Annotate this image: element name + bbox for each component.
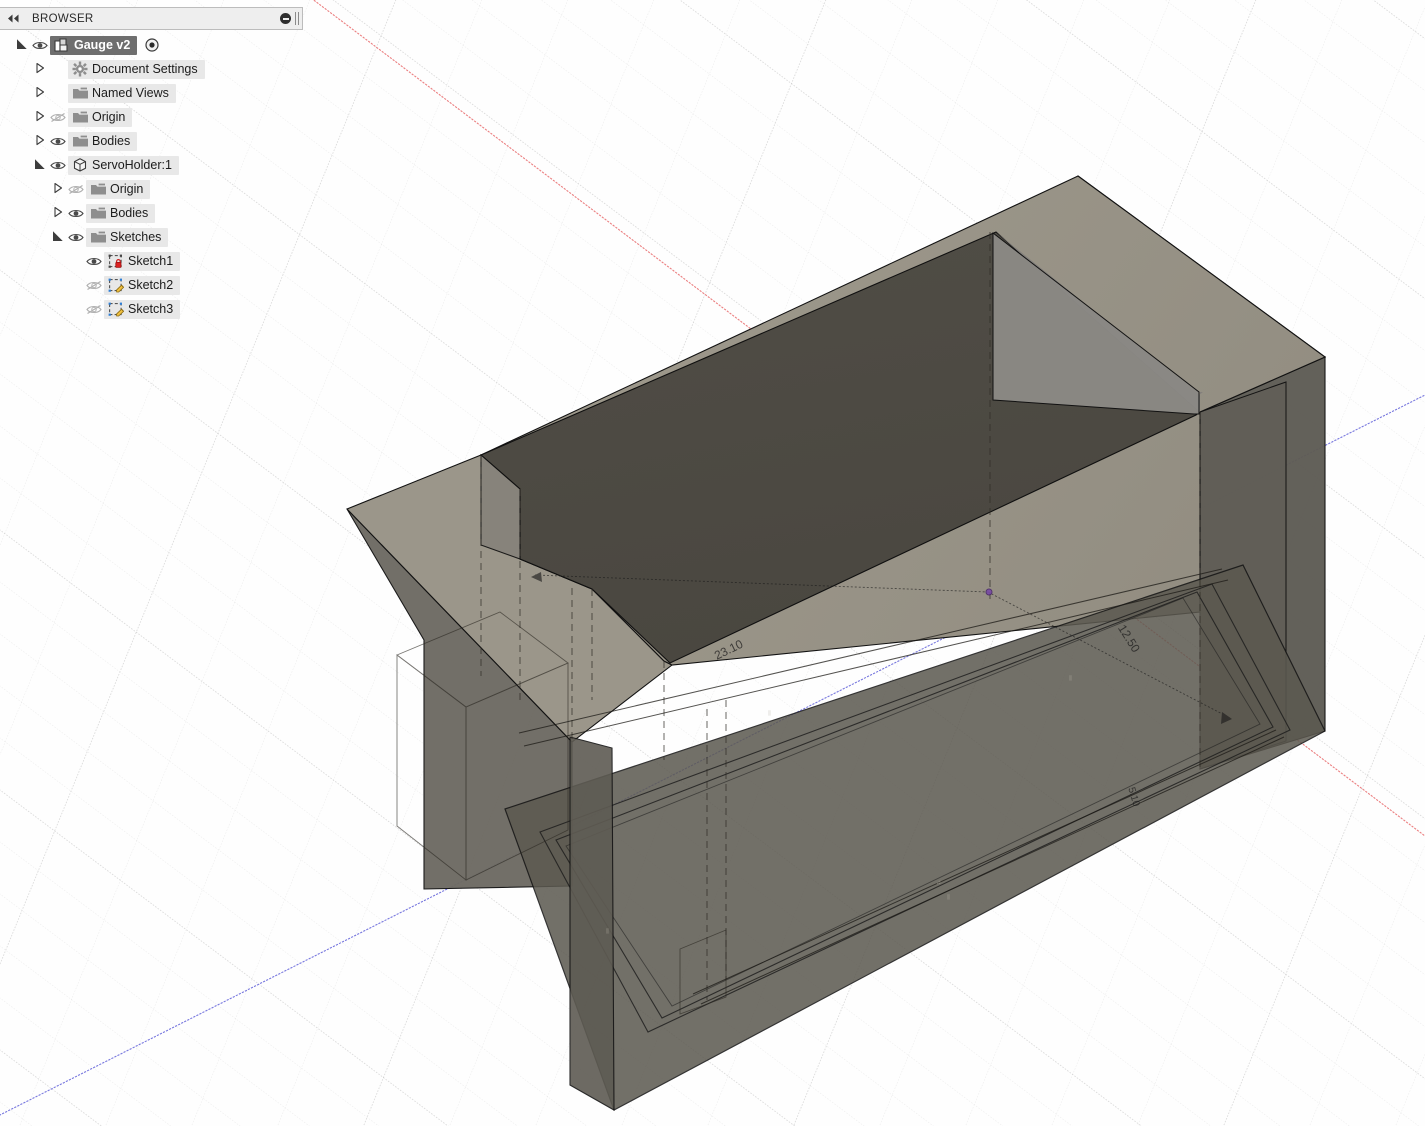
tree-label-origin-root: Origin bbox=[92, 110, 126, 125]
fusion-application-window: 23.10 12.50 5.10 ⫼ ⫼ ⊿ ⫼ ⫼ BROWSER Gauge… bbox=[0, 0, 1425, 1126]
eye-hidden-icon[interactable] bbox=[66, 184, 86, 195]
folder-icon bbox=[88, 205, 108, 222]
eye-hidden-icon[interactable] bbox=[84, 280, 104, 291]
tree-label-gauge-v2: Gauge v2 bbox=[74, 38, 131, 53]
tree-node-origin-sub[interactable]: Origin bbox=[86, 179, 151, 199]
tree-label-servoholder-1: ServoHolder:1 bbox=[92, 158, 172, 173]
tree-row-sketch1[interactable]: Sketch1 bbox=[0, 249, 303, 273]
tree-row-document-settings[interactable]: Document Settings bbox=[0, 57, 303, 81]
chevron-right-icon[interactable] bbox=[34, 134, 48, 148]
chevron-down-icon[interactable] bbox=[16, 38, 30, 52]
browser-panel[interactable]: BROWSER Gauge v2 Document Settings Named V… bbox=[0, 7, 303, 321]
eye-visible-icon[interactable] bbox=[30, 40, 50, 51]
chevron-down-icon[interactable] bbox=[52, 230, 66, 244]
twisty-placeholder bbox=[70, 254, 84, 268]
tree-label-sketch1: Sketch1 bbox=[128, 254, 174, 269]
eye-visible-icon[interactable] bbox=[66, 232, 86, 243]
chevron-right-icon[interactable] bbox=[52, 182, 66, 196]
tree-node-bodies-root[interactable]: Bodies bbox=[68, 131, 138, 151]
tree-label-bodies-sub: Bodies bbox=[110, 206, 149, 221]
tree-row-sketch2[interactable]: Sketch2 bbox=[0, 273, 303, 297]
sketch-edit-icon bbox=[106, 277, 126, 294]
chevron-right-icon[interactable] bbox=[34, 62, 48, 76]
activate-target-icon[interactable] bbox=[144, 38, 159, 53]
tree-node-sketch1[interactable]: Sketch1 bbox=[104, 251, 181, 271]
gear-icon bbox=[70, 61, 90, 78]
chevron-right-icon[interactable] bbox=[34, 110, 48, 124]
assembly-icon bbox=[52, 37, 72, 54]
tree-row-bodies-sub[interactable]: Bodies bbox=[0, 201, 303, 225]
tree-label-origin-sub: Origin bbox=[110, 182, 144, 197]
eye-visible-icon[interactable] bbox=[66, 208, 86, 219]
eye-visible-icon[interactable] bbox=[84, 256, 104, 267]
chevron-down-icon[interactable] bbox=[34, 158, 48, 172]
eye-visible-icon[interactable] bbox=[48, 160, 68, 171]
tree-node-sketch3[interactable]: Sketch3 bbox=[104, 299, 181, 319]
tree-node-named-views[interactable]: Named Views bbox=[68, 83, 176, 103]
face-leg-left bbox=[569, 736, 615, 1111]
tree-row-origin-root[interactable]: Origin bbox=[0, 105, 303, 129]
model-solid bbox=[346, 175, 1327, 1111]
tree-label-bodies-root: Bodies bbox=[92, 134, 131, 149]
tree-label-named-views: Named Views bbox=[92, 86, 169, 101]
browser-title: BROWSER bbox=[32, 12, 94, 25]
collapse-panel-icon[interactable] bbox=[6, 13, 20, 25]
tree-label-sketch3: Sketch3 bbox=[128, 302, 174, 317]
tree-label-document-settings: Document Settings bbox=[92, 62, 198, 77]
folder-icon bbox=[70, 133, 90, 150]
eye-visible-icon[interactable] bbox=[48, 136, 68, 147]
folder-icon bbox=[70, 85, 90, 102]
chevron-right-icon[interactable] bbox=[52, 206, 66, 220]
tree-node-sketches-sub[interactable]: Sketches bbox=[86, 227, 169, 247]
browser-header: BROWSER bbox=[0, 7, 303, 30]
browser-tree[interactable]: Gauge v2 Document Settings Named Views Orig… bbox=[0, 30, 303, 321]
tree-node-bodies-sub[interactable]: Bodies bbox=[86, 203, 156, 223]
tree-node-servoholder-1[interactable]: ServoHolder:1 bbox=[68, 155, 179, 175]
tree-label-sketches-sub: Sketches bbox=[110, 230, 162, 245]
tree-node-origin-root[interactable]: Origin bbox=[68, 107, 133, 127]
tree-node-gauge-v2[interactable]: Gauge v2 bbox=[50, 35, 138, 55]
tree-label-sketch2: Sketch2 bbox=[128, 278, 174, 293]
panel-resize-grip[interactable] bbox=[295, 12, 299, 25]
eye-hidden-icon[interactable] bbox=[48, 112, 68, 123]
twisty-placeholder bbox=[70, 302, 84, 316]
tree-row-named-views[interactable]: Named Views bbox=[0, 81, 303, 105]
tree-node-sketch2[interactable]: Sketch2 bbox=[104, 275, 181, 295]
sketch-locked-icon bbox=[106, 253, 126, 270]
sketch-edit-icon bbox=[106, 301, 126, 318]
tree-node-document-settings[interactable]: Document Settings bbox=[68, 59, 205, 79]
folder-icon bbox=[88, 181, 108, 198]
tree-row-sketches-sub[interactable]: Sketches bbox=[0, 225, 303, 249]
eye-hidden-icon[interactable] bbox=[84, 304, 104, 315]
chevron-right-icon[interactable] bbox=[34, 86, 48, 100]
twisty-placeholder bbox=[70, 278, 84, 292]
circle-minus-icon[interactable] bbox=[280, 13, 291, 24]
sketch-origin-point bbox=[985, 588, 993, 596]
tree-row-bodies-root[interactable]: Bodies bbox=[0, 129, 303, 153]
tree-row-origin-sub[interactable]: Origin bbox=[0, 177, 303, 201]
component-cube-icon bbox=[70, 157, 90, 174]
folder-icon bbox=[70, 109, 90, 126]
tree-row-gauge-v2[interactable]: Gauge v2 bbox=[0, 33, 303, 57]
tree-row-sketch3[interactable]: Sketch3 bbox=[0, 297, 303, 321]
tree-row-servoholder-1[interactable]: ServoHolder:1 bbox=[0, 153, 303, 177]
browser-header-actions bbox=[280, 12, 302, 25]
folder-icon bbox=[88, 229, 108, 246]
